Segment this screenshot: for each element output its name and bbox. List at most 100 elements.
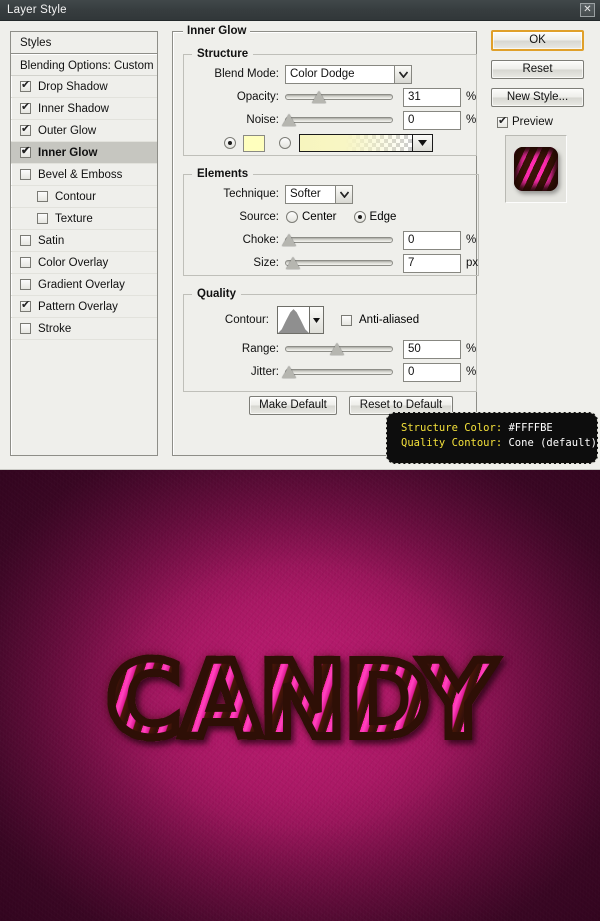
tooltip-value-structure-color: #FFFFBE bbox=[508, 422, 553, 434]
preview-swatch bbox=[514, 147, 558, 191]
ok-button[interactable]: OK bbox=[491, 30, 584, 51]
effect-checkbox[interactable] bbox=[20, 101, 31, 114]
glow-color-swatch[interactable] bbox=[243, 134, 265, 152]
effect-checkbox[interactable] bbox=[37, 191, 48, 202]
fill-gradient-radio[interactable] bbox=[279, 137, 291, 149]
panel-title: Inner Glow bbox=[183, 25, 251, 37]
chevron-down-icon[interactable] bbox=[309, 307, 323, 333]
range-label: Range: bbox=[241, 343, 279, 355]
blend-mode-select[interactable]: Color Dodge bbox=[285, 64, 412, 84]
candy-text: CANDY bbox=[0, 644, 600, 756]
source-edge-label: Edge bbox=[369, 211, 397, 223]
choke-slider[interactable] bbox=[282, 233, 393, 247]
fill-color-radio[interactable] bbox=[224, 137, 236, 149]
effect-row[interactable]: Color Overlay bbox=[11, 252, 157, 274]
effect-checkbox[interactable] bbox=[20, 323, 31, 334]
noise-unit: % bbox=[466, 114, 477, 126]
chevron-down-icon[interactable] bbox=[394, 65, 411, 83]
slider-thumb[interactable] bbox=[330, 343, 344, 355]
quality-legend: Quality bbox=[197, 288, 236, 300]
title-bar: Layer Style ✕ bbox=[0, 0, 600, 21]
blending-options-item[interactable]: Blending Options: Custom bbox=[11, 54, 157, 76]
make-default-button[interactable]: Make Default bbox=[249, 396, 337, 415]
close-icon[interactable]: ✕ bbox=[580, 3, 595, 17]
effect-row[interactable]: Bevel & Emboss bbox=[11, 164, 157, 186]
effect-checkbox[interactable] bbox=[20, 235, 31, 246]
slider-thumb[interactable] bbox=[282, 114, 296, 126]
effect-row[interactable]: Drop Shadow bbox=[11, 76, 157, 98]
styles-list-panel: Styles Blending Options: Custom Drop Sha… bbox=[10, 31, 158, 456]
effect-row[interactable]: Texture bbox=[11, 208, 157, 230]
effects-list: Drop Shadow Inner Shadow Outer Glow Inner G… bbox=[11, 76, 157, 340]
settings-panel: Inner Glow Structure Blend Mode: Color D… bbox=[172, 25, 480, 456]
choke-unit: % bbox=[466, 234, 477, 246]
contour-preview bbox=[278, 307, 309, 333]
technique-value: Softer bbox=[290, 188, 321, 200]
opacity-input[interactable]: 31 bbox=[403, 87, 461, 107]
slider-thumb[interactable] bbox=[282, 234, 296, 246]
range-unit: % bbox=[466, 343, 477, 355]
effect-checkbox[interactable] bbox=[20, 279, 31, 290]
chevron-down-icon[interactable] bbox=[412, 135, 432, 151]
size-input[interactable]: 7 bbox=[403, 253, 461, 273]
style-preview-thumbnail bbox=[505, 135, 567, 203]
jitter-label: Jitter: bbox=[250, 366, 279, 378]
jitter-unit: % bbox=[466, 366, 477, 378]
effect-row[interactable]: Contour bbox=[11, 186, 157, 208]
choke-input[interactable]: 0 bbox=[403, 230, 461, 250]
effect-checkbox[interactable] bbox=[20, 79, 31, 92]
noise-slider[interactable] bbox=[282, 113, 393, 127]
effect-checkbox[interactable] bbox=[20, 123, 31, 136]
dialog-actions: OK Reset New Style... Preview bbox=[491, 30, 591, 203]
anti-aliased-checkbox[interactable] bbox=[341, 314, 352, 326]
effect-label: Stroke bbox=[38, 322, 72, 335]
effect-row[interactable]: Inner Glow bbox=[11, 142, 157, 164]
jitter-input[interactable]: 0 bbox=[403, 362, 461, 382]
window-title: Layer Style bbox=[7, 4, 67, 16]
reset-button[interactable]: Reset bbox=[491, 60, 584, 79]
effect-row[interactable]: Outer Glow bbox=[11, 120, 157, 142]
effect-checkbox[interactable] bbox=[20, 299, 31, 312]
gradient-picker[interactable] bbox=[299, 134, 433, 152]
opacity-label: Opacity: bbox=[236, 91, 279, 103]
effect-checkbox[interactable] bbox=[37, 213, 48, 224]
source-center-label: Center bbox=[302, 211, 337, 223]
structure-legend: Structure bbox=[197, 48, 249, 60]
effect-row[interactable]: Pattern Overlay bbox=[11, 296, 157, 318]
effect-label: Color Overlay bbox=[38, 256, 109, 269]
slider-thumb[interactable] bbox=[311, 91, 326, 103]
technique-label: Technique: bbox=[223, 188, 279, 200]
range-input[interactable]: 50 bbox=[403, 339, 461, 359]
slider-track bbox=[285, 260, 393, 266]
effect-row[interactable]: Stroke bbox=[11, 318, 157, 340]
contour-picker[interactable] bbox=[277, 306, 324, 334]
effect-checkbox[interactable] bbox=[20, 169, 31, 180]
structure-group: Structure Blend Mode: Color Dodge Opacit… bbox=[183, 48, 478, 156]
noise-input[interactable]: 0 bbox=[403, 110, 461, 130]
technique-select[interactable]: Softer bbox=[285, 184, 353, 204]
effect-checkbox[interactable] bbox=[20, 145, 31, 158]
effect-row[interactable]: Inner Shadow bbox=[11, 98, 157, 120]
source-center-radio[interactable] bbox=[286, 211, 298, 223]
slider-thumb[interactable] bbox=[282, 366, 296, 378]
effect-label: Texture bbox=[55, 212, 93, 225]
opacity-slider[interactable] bbox=[285, 90, 393, 104]
effect-row[interactable]: Gradient Overlay bbox=[11, 274, 157, 296]
effect-label: Drop Shadow bbox=[38, 80, 108, 93]
effect-checkbox[interactable] bbox=[20, 257, 31, 268]
styles-header[interactable]: Styles bbox=[11, 32, 157, 54]
size-label: Size: bbox=[253, 257, 279, 269]
source-edge-radio[interactable] bbox=[353, 211, 366, 223]
blend-mode-value: Color Dodge bbox=[290, 68, 355, 80]
range-slider[interactable] bbox=[285, 342, 393, 356]
size-slider[interactable] bbox=[285, 256, 393, 270]
effect-row[interactable]: Satin bbox=[11, 230, 157, 252]
new-style-button[interactable]: New Style... bbox=[491, 88, 584, 107]
chevron-down-icon[interactable] bbox=[335, 185, 352, 203]
quality-group: Quality Contour: Anti-aliased Range: 50 … bbox=[183, 288, 478, 392]
preview-label: Preview bbox=[512, 116, 553, 128]
slider-thumb[interactable] bbox=[285, 257, 300, 269]
preview-toggle[interactable]: Preview bbox=[497, 115, 591, 128]
preview-checkbox[interactable] bbox=[497, 115, 508, 128]
jitter-slider[interactable] bbox=[282, 365, 393, 379]
